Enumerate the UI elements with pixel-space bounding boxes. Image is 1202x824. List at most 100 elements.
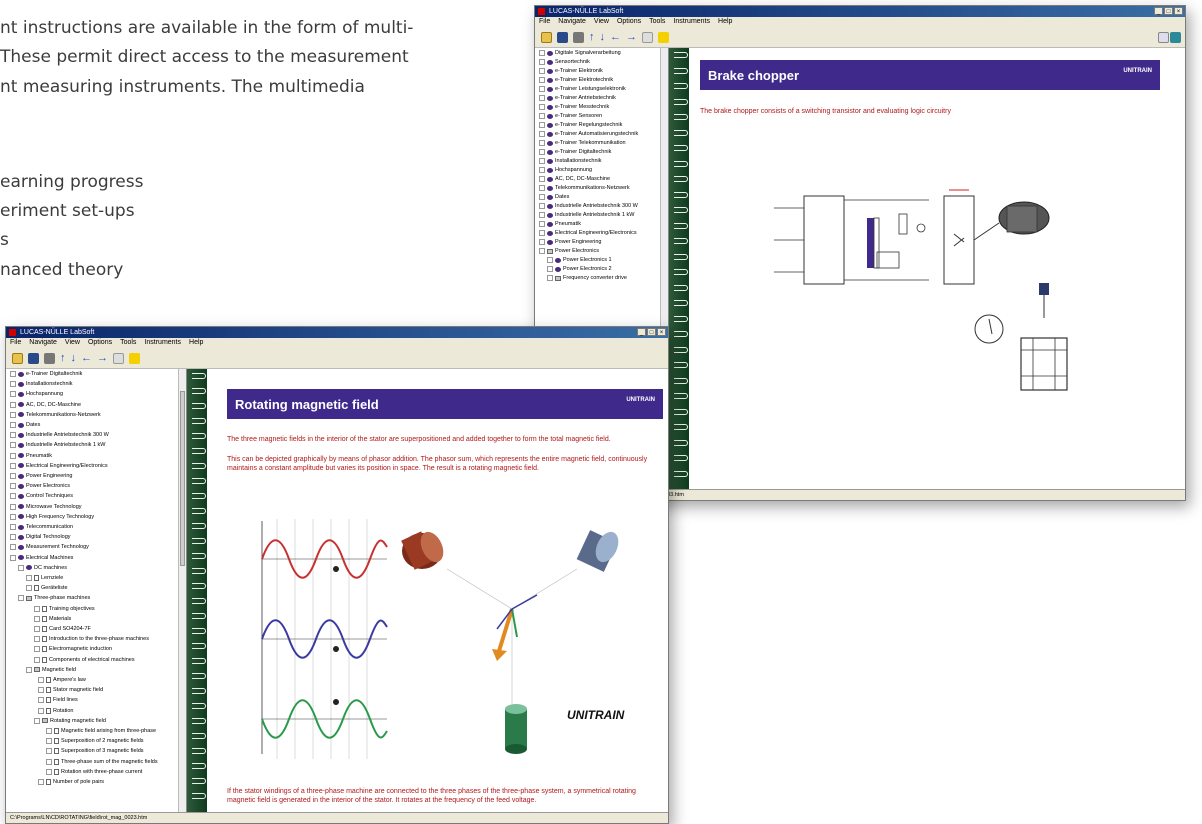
tree-item[interactable]: Number of pole pairs: [38, 779, 104, 785]
tree-item[interactable]: Materials: [34, 615, 71, 622]
tree-item[interactable]: e-Trainer Sensoren: [539, 113, 602, 119]
tree-item[interactable]: e-Trainer Digitaltechnik: [10, 371, 82, 377]
tree-item[interactable]: Rotating magnetic field: [34, 717, 106, 724]
grid-icon[interactable]: [642, 31, 653, 43]
expand-toggle-icon[interactable]: [10, 381, 16, 388]
expand-toggle-icon[interactable]: [34, 646, 40, 653]
expand-toggle-icon[interactable]: [10, 483, 16, 490]
tree-item[interactable]: e-Trainer Digitaltechnik: [539, 149, 611, 155]
expand-toggle-icon[interactable]: [18, 595, 24, 602]
expand-toggle-icon[interactable]: [26, 575, 32, 581]
menu-navigate[interactable]: Navigate: [558, 17, 586, 27]
tree-item[interactable]: AC, DC, DC-Maschine: [10, 401, 81, 408]
forward-arrow-icon[interactable]: →: [626, 31, 637, 43]
tree-item[interactable]: Power Electronics 1: [547, 257, 612, 263]
expand-toggle-icon[interactable]: [539, 194, 545, 200]
menu-instruments[interactable]: Instruments: [144, 338, 181, 348]
tree-item[interactable]: Rotation: [38, 707, 74, 714]
expand-toggle-icon[interactable]: [539, 68, 545, 74]
expand-toggle-icon[interactable]: [46, 768, 52, 775]
menu-view[interactable]: View: [65, 338, 80, 348]
expand-toggle-icon[interactable]: [34, 605, 40, 612]
close-button[interactable]: ×: [657, 328, 666, 336]
tree-item[interactable]: e-Trainer Leistungselektronik: [539, 86, 626, 92]
menu-options[interactable]: Options: [617, 17, 641, 27]
tree-item[interactable]: Pneumatik: [539, 221, 581, 227]
expand-toggle-icon[interactable]: [539, 239, 545, 245]
tree-item[interactable]: Pneumatik: [10, 452, 52, 459]
tree-item[interactable]: e-Trainer Messtechnik: [539, 104, 609, 110]
expand-toggle-icon[interactable]: [38, 707, 44, 714]
tree-item[interactable]: Geräteliste: [26, 585, 68, 592]
highlighter-icon[interactable]: [129, 352, 140, 364]
tree-item[interactable]: Industrielle Antriebstechnik 1 kW: [10, 442, 105, 449]
tree-item[interactable]: Stator magnetic field: [38, 687, 103, 694]
tree-item[interactable]: Hochspannung: [10, 391, 63, 398]
help-icon[interactable]: [1170, 31, 1181, 43]
menu-help[interactable]: Help: [718, 17, 732, 27]
tree-item[interactable]: Industrielle Antriebstechnik 1 kW: [539, 212, 634, 218]
down-arrow-icon[interactable]: ↓: [600, 31, 606, 43]
tree-item[interactable]: Lernziele: [26, 575, 63, 581]
tree-item[interactable]: AC, DC, DC-Maschine: [539, 176, 610, 182]
tree-item[interactable]: Field lines: [38, 697, 78, 704]
close-button[interactable]: ×: [1174, 7, 1183, 15]
expand-toggle-icon[interactable]: [539, 86, 545, 92]
expand-toggle-icon[interactable]: [10, 401, 16, 408]
up-arrow-icon[interactable]: ↑: [589, 31, 595, 43]
menu-navigate[interactable]: Navigate: [29, 338, 57, 348]
print-icon[interactable]: [44, 352, 55, 364]
expand-toggle-icon[interactable]: [539, 203, 545, 209]
expand-toggle-icon[interactable]: [10, 391, 16, 398]
expand-toggle-icon[interactable]: [10, 462, 16, 469]
tree-item[interactable]: Industrielle Antriebstechnik 300 W: [539, 203, 638, 209]
expand-toggle-icon[interactable]: [26, 666, 32, 673]
menu-tools[interactable]: Tools: [649, 17, 665, 27]
tree-item[interactable]: DC machines: [18, 564, 67, 571]
tree-item[interactable]: Rotation with three-phase current: [46, 768, 142, 775]
expand-toggle-icon[interactable]: [34, 626, 40, 632]
tree-item[interactable]: Components of electrical machines: [34, 656, 135, 663]
tree-item[interactable]: Superposition of 3 magnetic fields: [46, 748, 144, 755]
expand-toggle-icon[interactable]: [34, 636, 40, 643]
tree-item[interactable]: Digitale Signalverarbeitung: [539, 50, 621, 56]
tree-item[interactable]: e-Trainer Automatisierungstechnik: [539, 131, 638, 137]
tree-item[interactable]: Measurement Technology: [10, 544, 89, 551]
tree-item[interactable]: Telekommunikations-Netzwerk: [10, 411, 101, 418]
grid-icon[interactable]: [113, 352, 124, 364]
expand-toggle-icon[interactable]: [539, 221, 545, 227]
tree-item[interactable]: Power Electronics: [539, 248, 599, 254]
tree-item[interactable]: Installationstechnik: [10, 381, 72, 388]
forward-arrow-icon[interactable]: →: [97, 352, 108, 364]
expand-toggle-icon[interactable]: [547, 257, 553, 263]
tree-item[interactable]: Ampere's law: [38, 677, 86, 683]
tree-item[interactable]: e-Trainer Antriebstechnik: [539, 95, 616, 101]
expand-toggle-icon[interactable]: [10, 371, 16, 377]
expand-toggle-icon[interactable]: [26, 585, 32, 592]
expand-toggle-icon[interactable]: [46, 748, 52, 755]
expand-toggle-icon[interactable]: [46, 728, 52, 734]
tree-item[interactable]: Three-phase sum of the magnetic fields: [46, 758, 158, 765]
highlighter-icon[interactable]: [658, 31, 669, 43]
tree-item[interactable]: Dates: [10, 422, 40, 428]
expand-toggle-icon[interactable]: [10, 422, 16, 428]
tree-item[interactable]: Introduction to the three-phase machines: [34, 636, 149, 643]
tree-item[interactable]: Dates: [539, 194, 569, 200]
instruments-icon[interactable]: [1158, 31, 1169, 43]
expand-toggle-icon[interactable]: [18, 564, 24, 571]
expand-toggle-icon[interactable]: [539, 149, 545, 155]
tree-item[interactable]: Digital Technology: [10, 534, 71, 541]
expand-toggle-icon[interactable]: [539, 248, 545, 254]
expand-toggle-icon[interactable]: [539, 104, 545, 110]
tree-item[interactable]: Training objectives: [34, 605, 95, 612]
expand-toggle-icon[interactable]: [10, 493, 16, 500]
expand-toggle-icon[interactable]: [10, 452, 16, 459]
expand-toggle-icon[interactable]: [539, 176, 545, 182]
expand-toggle-icon[interactable]: [539, 158, 545, 164]
back-arrow-icon[interactable]: ←: [610, 31, 621, 43]
tree-item[interactable]: e-Trainer Regelungstechnik: [539, 122, 622, 128]
menu-file[interactable]: File: [539, 17, 550, 27]
menu-tools[interactable]: Tools: [120, 338, 136, 348]
tree-item[interactable]: Control Techniques: [10, 493, 73, 500]
expand-toggle-icon[interactable]: [539, 131, 545, 137]
